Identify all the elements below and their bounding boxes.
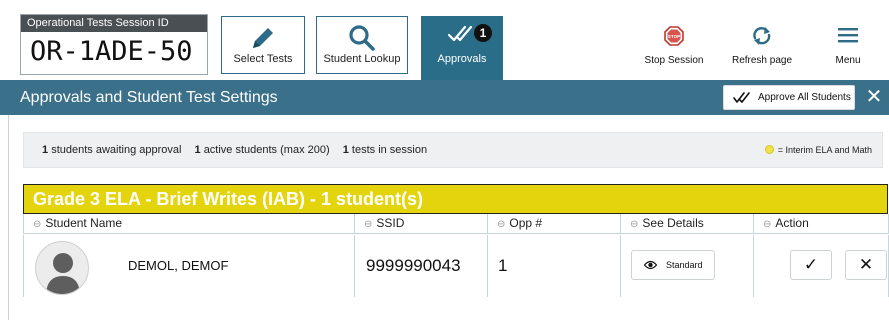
menu-label: Menu (835, 55, 861, 66)
avatar (35, 241, 89, 295)
header-title: Approvals and Student Test Settings (20, 89, 278, 106)
pencil-icon (253, 28, 273, 48)
test-group-header: Grade 3 ELA - Brief Writes (IAB) - 1 stu… (23, 184, 888, 214)
refresh-icon (753, 27, 771, 45)
approve-all-label: Approve All Students (758, 92, 851, 103)
approvals-label: Approvals (437, 53, 487, 65)
legend-dot-icon (764, 145, 774, 154)
stop-session-label: Stop Session (644, 55, 704, 66)
approvals-tab[interactable]: 1 Approvals (421, 16, 503, 80)
session-id-box: Operational Tests Session ID OR-1ADE-50 (20, 14, 208, 75)
stop-session-button[interactable]: STOP Stop Session (638, 16, 710, 74)
search-icon (349, 25, 375, 51)
col-label: Opp # (509, 216, 543, 230)
col-see-details[interactable]: ⊖ See Details (621, 214, 754, 234)
eye-icon (644, 260, 657, 270)
active-count: 1 (194, 144, 201, 156)
approvals-header-bar: Approvals and Student Test Settings Appr… (0, 80, 889, 115)
stop-icon: STOP (664, 26, 684, 46)
see-details-button[interactable]: Standard (631, 250, 715, 280)
person-icon (46, 253, 80, 294)
session-summary: 1 students awaiting approval 1 active st… (23, 132, 883, 168)
sort-icon: ⊖ (763, 219, 772, 230)
sort-icon: ⊖ (497, 219, 506, 230)
sort-icon: ⊖ (630, 219, 639, 230)
page: Operational Tests Session ID OR-1ADE-50 … (0, 0, 889, 320)
details-cell: Standard (621, 235, 754, 297)
col-label: Student Name (45, 216, 123, 230)
col-student-name[interactable]: ⊖ Student Name (24, 214, 355, 234)
col-label: SSID (376, 216, 405, 230)
hamburger-menu-icon (838, 28, 858, 43)
opp-cell: 1 (488, 235, 621, 297)
menu-button[interactable]: Menu (817, 16, 879, 74)
col-label: See Details (642, 216, 704, 230)
refresh-page-button[interactable]: Refresh page (725, 16, 799, 74)
session-id: OR-1ADE-50 (30, 36, 193, 67)
double-check-icon (733, 92, 750, 103)
sort-icon: ⊖ (364, 219, 373, 230)
action-cell: ✓ ✕ (754, 235, 889, 297)
legend-text: = Interim ELA and Math (777, 145, 872, 155)
active-text: active students (203, 144, 278, 156)
student-cell: DEMOL, DEMOF (24, 235, 355, 297)
select-tests-button[interactable]: Select Tests (221, 16, 305, 74)
student-lookup-button[interactable]: Student Lookup (316, 16, 408, 74)
awaiting-text: students awaiting approval (51, 144, 182, 156)
ssid-cell: 9999990043 (355, 235, 488, 297)
details-label: Standard (666, 260, 703, 270)
refresh-page-label: Refresh page (731, 55, 793, 66)
student-name: DEMOL, DEMOF (128, 258, 229, 273)
tests-text: tests in session (351, 144, 428, 156)
session-label: Operational Tests Session ID (21, 15, 207, 32)
col-action[interactable]: ⊖ Action (754, 214, 889, 234)
legend: = Interim ELA and Math (764, 133, 872, 167)
active-max: (max 200) (280, 144, 330, 156)
select-tests-label: Select Tests (233, 53, 293, 65)
stop-icon-text: STOP (668, 34, 680, 39)
deny-button[interactable]: ✕ (845, 250, 887, 280)
top-toolbar: Operational Tests Session ID OR-1ADE-50 … (0, 0, 889, 80)
table-row: DEMOL, DEMOF 9999990043 1 Standard ✓ ✕ (23, 235, 889, 297)
approve-all-students-button[interactable]: Approve All Students (723, 85, 855, 110)
approve-button[interactable]: ✓ (790, 250, 832, 280)
col-ssid[interactable]: ⊖ SSID (355, 214, 488, 234)
approvals-panel: 1 students awaiting approval 1 active st… (8, 115, 889, 320)
col-opp[interactable]: ⊖ Opp # (488, 214, 621, 234)
sort-icon: ⊖ (33, 219, 42, 230)
tests-count: 1 (342, 144, 349, 156)
close-icon[interactable]: ✕ (863, 85, 885, 110)
table-header: ⊖ Student Name ⊖ SSID ⊖ Opp # ⊖ See Details … (23, 214, 889, 234)
student-lookup-label: Student Lookup (323, 53, 401, 65)
approvals-count-badge: 1 (474, 24, 492, 42)
col-label: Action (775, 216, 809, 230)
awaiting-count: 1 (42, 144, 49, 156)
